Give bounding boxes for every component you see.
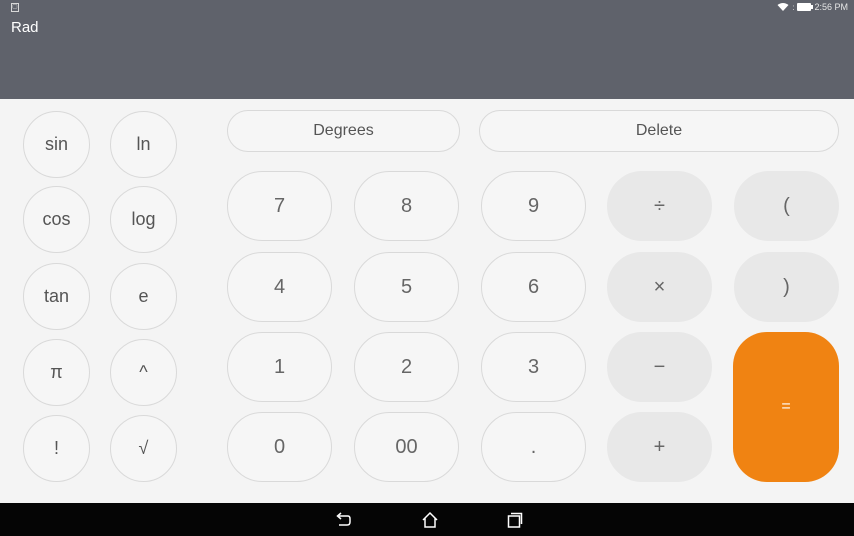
e-button[interactable]: e — [110, 263, 177, 330]
tan-button[interactable]: tan — [23, 263, 90, 330]
battery-icon — [797, 3, 814, 11]
keypad: sin ln cos log tan e π ^ ! √ Degrees Del… — [0, 99, 854, 503]
minus-button[interactable]: − — [607, 332, 712, 402]
angle-mode-indicator: Rad — [11, 19, 39, 36]
double-zero-button[interactable]: 00 — [354, 412, 459, 482]
wifi-icon — [777, 3, 789, 11]
multiply-button[interactable]: × — [607, 252, 712, 322]
home-icon[interactable] — [421, 511, 439, 529]
digit-3-button[interactable]: 3 — [481, 332, 586, 402]
open-paren-button[interactable]: ( — [734, 171, 839, 241]
status-bar: ▢ : 2:56 PM — [0, 0, 854, 18]
digit-1-button[interactable]: 1 — [227, 332, 332, 402]
digit-6-button[interactable]: 6 — [481, 252, 586, 322]
digit-9-button[interactable]: 9 — [481, 171, 586, 241]
equals-button[interactable]: = — [733, 332, 839, 482]
display-panel: ▢ : 2:56 PM Rad — [0, 0, 854, 99]
ln-button[interactable]: ln — [110, 111, 177, 178]
power-button[interactable]: ^ — [110, 339, 177, 406]
divide-button[interactable]: ÷ — [607, 171, 712, 241]
digit-5-button[interactable]: 5 — [354, 252, 459, 322]
log-button[interactable]: log — [110, 186, 177, 253]
delete-button[interactable]: Delete — [479, 110, 839, 152]
signal-indicator: : — [792, 2, 795, 12]
degrees-button[interactable]: Degrees — [227, 110, 460, 152]
pi-button[interactable]: π — [23, 339, 90, 406]
digit-4-button[interactable]: 4 — [227, 252, 332, 322]
digit-7-button[interactable]: 7 — [227, 171, 332, 241]
sqrt-button[interactable]: √ — [110, 415, 177, 482]
digit-2-button[interactable]: 2 — [354, 332, 459, 402]
notification-icon: ▢ — [11, 3, 19, 12]
factorial-button[interactable]: ! — [23, 415, 90, 482]
plus-button[interactable]: + — [607, 412, 712, 482]
decimal-button[interactable]: . — [481, 412, 586, 482]
navigation-bar — [0, 503, 854, 536]
recents-icon[interactable] — [506, 511, 524, 529]
status-right: : 2:56 PM — [777, 2, 848, 12]
sin-button[interactable]: sin — [23, 111, 90, 178]
digit-8-button[interactable]: 8 — [354, 171, 459, 241]
back-icon[interactable] — [334, 511, 352, 529]
close-paren-button[interactable]: ) — [734, 252, 839, 322]
cos-button[interactable]: cos — [23, 186, 90, 253]
status-time: 2:56 PM — [814, 2, 848, 12]
digit-0-button[interactable]: 0 — [227, 412, 332, 482]
